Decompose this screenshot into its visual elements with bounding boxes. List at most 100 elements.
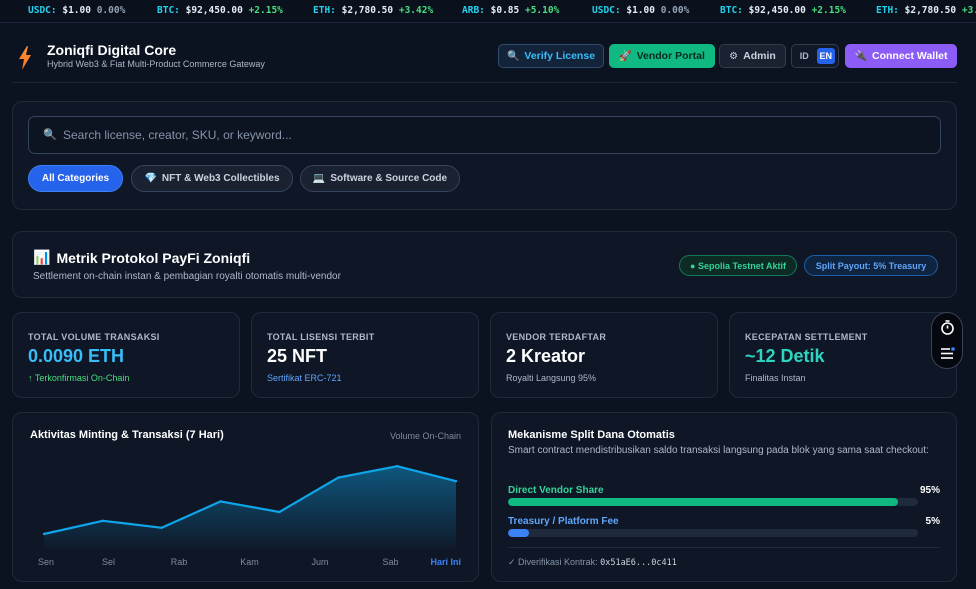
chart-point xyxy=(160,526,163,529)
stat-card-licenses: TOTAL LISENSI TERBIT 25 NFT Sertifikat E… xyxy=(251,312,479,398)
stat-label: TOTAL VOLUME TRANSAKSI xyxy=(28,332,160,342)
ticker-symbol: USDC: xyxy=(28,5,57,16)
ticker-item: BTC: $92,450.00 +2.15% xyxy=(157,0,283,22)
split-title: Mekanisme Split Dana Otomatis xyxy=(508,429,675,441)
ticker-item: BTC: $92,450.00 +2.15% xyxy=(720,0,846,22)
chart-x-tick-label: Jum xyxy=(311,557,328,567)
admin-label: Admin xyxy=(743,50,776,62)
split-description: Smart contract mendistribusikan saldo tr… xyxy=(508,445,929,456)
split-progress-fill xyxy=(508,498,898,506)
lightning-bolt-icon xyxy=(19,46,31,70)
rocket-icon: 🚀 xyxy=(619,50,632,62)
ticker-change: +3.42% xyxy=(398,5,434,16)
chart-x-tick-label: Hari Ini xyxy=(430,557,461,567)
metrics-title: 📊 Metrik Protokol PayFi Zoniqfi xyxy=(33,249,250,266)
search-input[interactable] xyxy=(63,125,923,145)
ticker-symbol: ETH: xyxy=(876,5,899,16)
ticker-change: +2.15% xyxy=(811,5,846,16)
vendor-portal-button[interactable]: 🚀 Vendor Portal xyxy=(609,44,715,68)
connect-wallet-label: Connect Wallet xyxy=(872,50,948,62)
chart-point xyxy=(337,476,340,479)
language-toggle: ID EN xyxy=(791,44,839,68)
stat-note: Finalitas Instan xyxy=(745,373,806,383)
stat-card-vendors: VENDOR TERDAFTAR 2 Kreator Royalti Langs… xyxy=(490,312,718,398)
search-box[interactable]: 🔍 xyxy=(28,116,941,154)
stat-note: ↑ Terkonfirmasi On-Chain xyxy=(28,373,130,383)
gear-icon: ⚙ xyxy=(729,50,739,62)
category-all[interactable]: All Categories xyxy=(28,165,123,192)
split-progress-fill xyxy=(508,529,529,537)
divider xyxy=(508,547,940,548)
ticker-change: 0.00% xyxy=(96,5,126,16)
activity-chart-panel: Aktivitas Minting & Transaksi (7 Hari) V… xyxy=(12,412,479,582)
stat-value: ~12 Detik xyxy=(745,346,825,366)
ticker-change: 0.00% xyxy=(660,5,690,16)
stat-label: KECEPATAN SETTLEMENT xyxy=(745,332,868,342)
stat-value: 25 NFT xyxy=(267,346,328,366)
chart-x-tick-label: Sen xyxy=(38,557,54,567)
ticker-price: $92,450.00 xyxy=(185,5,243,16)
split-row-percent: 5% xyxy=(925,516,940,527)
chart-x-tick-label: Sab xyxy=(382,557,398,567)
vendor-portal-label: Vendor Portal xyxy=(636,50,705,62)
ticker-change: +3.42% xyxy=(961,5,976,16)
verify-prefix: ✓ Diverifikasi Kontrak: xyxy=(508,557,598,567)
split-payout-badge: Split Payout: 5% Treasury xyxy=(804,255,938,276)
laptop-icon: 💻 xyxy=(312,173,326,184)
chart-x-tick-label: Rab xyxy=(171,557,188,567)
admin-button[interactable]: ⚙ Admin xyxy=(719,44,786,68)
activity-chart: Sen Sel Rab Kam Jum Sab Hari Ini xyxy=(38,465,461,567)
ticker-item: ETH: $2,780.50 +3.42% xyxy=(313,0,433,22)
category-nft-label: NFT & Web3 Collectibles xyxy=(161,173,280,184)
category-all-label: All Categories xyxy=(41,173,110,184)
chart-point xyxy=(101,519,105,522)
connect-wallet-button[interactable]: 🔌 Connect Wallet xyxy=(845,44,957,68)
bar-chart-icon: 📊 xyxy=(33,249,51,265)
floating-tools xyxy=(931,312,963,369)
stat-card-settlement: KECEPATAN SETTLEMENT ~12 Detik Finalitas… xyxy=(729,312,957,398)
stat-note: Royalti Langsung 95% xyxy=(506,373,597,383)
category-software[interactable]: 💻 Software & Source Code xyxy=(300,165,460,192)
split-row-label: Treasury / Platform Fee xyxy=(508,516,619,527)
ticker-item: USDC: $1.00 0.00% xyxy=(28,0,125,22)
stopwatch-icon[interactable] xyxy=(940,320,955,335)
stat-label: VENDOR TERDAFTAR xyxy=(506,332,607,342)
fund-split-panel: Mekanisme Split Dana Otomatis Smart cont… xyxy=(491,412,957,582)
price-ticker: USDC: $1.00 0.00% BTC: $92,450.00 +2.15% E… xyxy=(0,0,976,23)
chart-x-tick-label: Kam xyxy=(240,557,259,567)
verify-license-label: Verify License xyxy=(524,50,596,62)
ticker-change: +5.10% xyxy=(524,5,560,16)
ticker-symbol: BTC: xyxy=(157,5,180,16)
split-progress-track xyxy=(508,529,918,537)
ticker-price: $1.00 xyxy=(62,5,91,16)
ticker-item: ETH: $2,780.50 +3.42% xyxy=(876,0,976,22)
search-icon: 🔍 xyxy=(43,129,57,141)
category-nft[interactable]: 💎 NFT & Web3 Collectibles xyxy=(131,165,293,192)
search-panel: 🔍 All Categories 💎 NFT & Web3 Collectibl… xyxy=(12,101,957,210)
ticker-symbol: ETH: xyxy=(313,5,336,16)
chart-point xyxy=(278,510,281,514)
chart-point xyxy=(42,532,46,536)
stat-note: Sertifikat ERC-721 xyxy=(267,373,342,383)
category-software-label: Software & Source Code xyxy=(330,173,448,184)
stat-value: 2 Kreator xyxy=(506,346,586,366)
lang-en-option[interactable]: EN xyxy=(816,48,835,64)
app-title: Zoniqfi Digital Core xyxy=(47,42,177,58)
menu-list-icon[interactable] xyxy=(940,347,955,360)
ticker-symbol: ARB: xyxy=(462,5,485,16)
ticker-symbol: USDC: xyxy=(592,5,621,16)
stat-card-volume: TOTAL VOLUME TRANSAKSI 0.0090 ETH ↑ Terk… xyxy=(12,312,240,398)
ticker-price: $92,450.00 xyxy=(748,5,806,16)
lang-id-option[interactable]: ID xyxy=(795,48,814,64)
ticker-symbol: BTC: xyxy=(720,5,743,16)
ticker-price: $1.00 xyxy=(626,5,655,16)
verify-license-button[interactable]: 🔍 Verify License xyxy=(498,44,604,68)
app-subtitle: Hybrid Web3 & Fiat Multi-Product Commerc… xyxy=(47,59,265,69)
contract-address[interactable]: 0x51aE6...0c411 xyxy=(600,558,677,568)
protocol-metrics-panel: 📊 Metrik Protokol PayFi Zoniqfi Settleme… xyxy=(12,231,957,298)
ticker-item: ARB: $0.85 +5.10% xyxy=(462,0,559,22)
diamond-icon: 💎 xyxy=(144,173,157,184)
ticker-price: $0.85 xyxy=(490,5,520,16)
ticker-price: $2,780.50 xyxy=(904,5,957,16)
chart-point xyxy=(219,500,222,503)
